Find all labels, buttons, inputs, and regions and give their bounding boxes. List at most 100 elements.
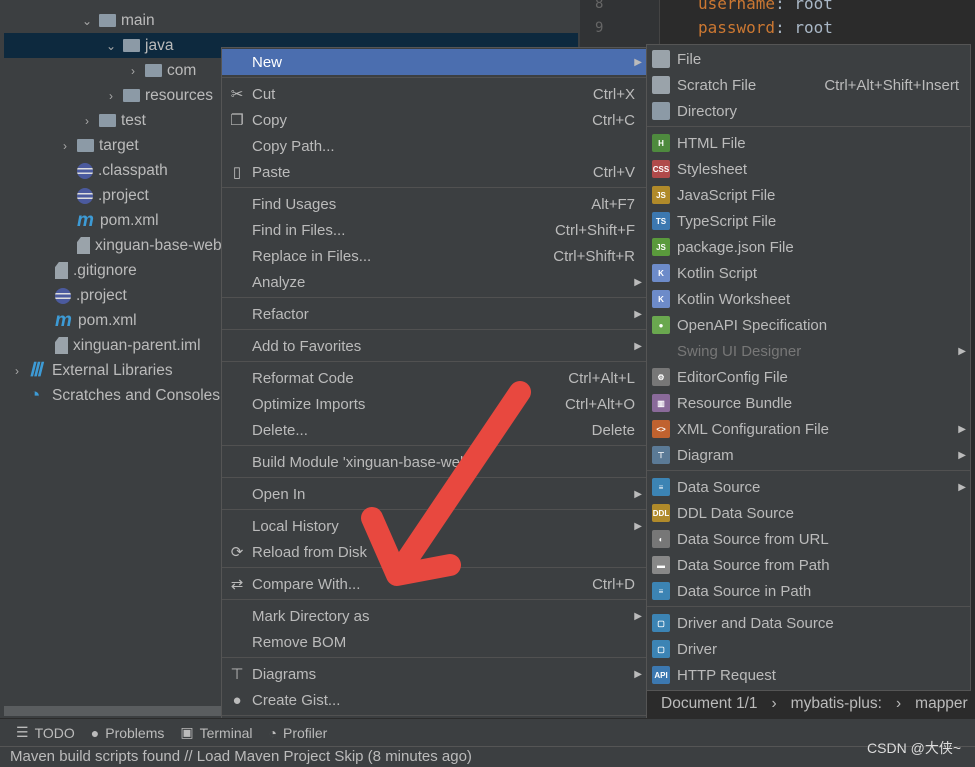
- driver-icon: ▢: [652, 640, 670, 658]
- diagram-icon: ⊤: [230, 666, 244, 683]
- menu-item-data-source-from-url[interactable]: ◐ Data Source from URL: [647, 526, 970, 552]
- menu-item-swing-ui-designer[interactable]: Swing UI Designer ▶: [647, 338, 970, 364]
- menu-item-label: Open In: [252, 485, 306, 503]
- menu-item-label: Driver: [677, 640, 717, 658]
- libraries-icon: Ⅲ: [29, 360, 43, 381]
- tool-window-problems[interactable]: ● Problems: [91, 725, 165, 741]
- chevron-down-icon[interactable]: ⌄: [104, 39, 118, 53]
- menu-item-openapi-specification[interactable]: ● OpenAPI Specification: [647, 312, 970, 338]
- tool-window-label: Profiler: [282, 724, 328, 741]
- menu-item-label: XML Configuration File: [677, 420, 830, 438]
- menu-item-paste[interactable]: ▯ Paste Ctrl+V: [222, 159, 646, 185]
- submenu-arrow-icon: ▶: [958, 449, 966, 461]
- tree-item[interactable]: m pom.xml: [58, 208, 159, 233]
- tool-window-todo[interactable]: ☰ TODO: [16, 724, 75, 741]
- menu-item-diagram[interactable]: ⊤ Diagram ▶: [647, 442, 970, 468]
- menu-item-label: Analyze: [252, 273, 306, 291]
- breadcrumb-item[interactable]: mybatis-plus:: [791, 695, 882, 713]
- breadcrumb-item[interactable]: mapper: [915, 695, 968, 713]
- yaml-colon: :: [775, 0, 785, 13]
- menu-item-typescript-file[interactable]: TS TypeScript File: [647, 208, 970, 234]
- menu-item-xml-configuration-file[interactable]: <> XML Configuration File ▶: [647, 416, 970, 442]
- menu-item-diagrams[interactable]: ⊤ Diagrams ▶: [222, 661, 646, 687]
- tree-item[interactable]: › test: [80, 108, 146, 133]
- menu-item-label: Resource Bundle: [677, 394, 793, 412]
- menu-item-package-json-file[interactable]: JS package.json File: [647, 234, 970, 260]
- menu-item-replace-in-files[interactable]: Replace in Files... Ctrl+Shift+R: [222, 243, 646, 269]
- tree-item[interactable]: .classpath: [58, 158, 168, 183]
- file-icon: [55, 337, 68, 354]
- menu-item-add-to-favorites[interactable]: Add to Favorites ▶: [222, 333, 646, 359]
- menu-item-data-source-from-path[interactable]: ▬ Data Source from Path: [647, 552, 970, 578]
- chevron-right-icon[interactable]: ›: [126, 64, 140, 78]
- tree-item[interactable]: xinguan-base-web.iml: [58, 233, 246, 258]
- chevron-right-icon[interactable]: ›: [80, 114, 94, 128]
- menu-item-create-gist[interactable]: ● Create Gist...: [222, 687, 646, 713]
- tree-item[interactable]: .project: [58, 183, 149, 208]
- menu-item-ddl-data-source[interactable]: DDL DDL Data Source: [647, 500, 970, 526]
- horizontal-scrollbar[interactable]: [4, 706, 221, 716]
- tree-item-label: java: [145, 36, 174, 54]
- menu-item-driver[interactable]: ▢ Driver: [647, 636, 970, 662]
- breadcrumb-item[interactable]: Document 1/1: [661, 695, 758, 713]
- tool-window-terminal[interactable]: ▣ Terminal: [180, 724, 252, 741]
- menu-item-label: Optimize Imports: [252, 395, 366, 413]
- menu-item-cut[interactable]: ✂ Cut Ctrl+X: [222, 81, 646, 107]
- menu-item-kotlin-worksheet[interactable]: K Kotlin Worksheet: [647, 286, 970, 312]
- menu-item-label: JavaScript File: [677, 186, 776, 204]
- menu-item-html-file[interactable]: H HTML File: [647, 130, 970, 156]
- menu-item-analyze[interactable]: Analyze ▶: [222, 269, 646, 295]
- menu-item-kotlin-script[interactable]: K Kotlin Script: [647, 260, 970, 286]
- menu-item-data-source[interactable]: ≡ Data Source ▶: [647, 474, 970, 500]
- menu-item-resource-bundle[interactable]: ▥ Resource Bundle: [647, 390, 970, 416]
- menu-item-find-in-files[interactable]: Find in Files... Ctrl+Shift+F: [222, 217, 646, 243]
- menu-item-open-in[interactable]: Open In ▶: [222, 481, 646, 507]
- tree-item[interactable]: xinguan-parent.iml: [36, 333, 201, 358]
- menu-item-http-request[interactable]: API HTTP Request: [647, 662, 970, 688]
- tree-item-label: main: [121, 11, 155, 29]
- menu-item-driver-and-data-source[interactable]: ▢ Driver and Data Source: [647, 610, 970, 636]
- menu-item-optimize-imports[interactable]: Optimize Imports Ctrl+Alt+O: [222, 391, 646, 417]
- menu-item-remove-bom[interactable]: Remove BOM: [222, 629, 646, 655]
- tree-item[interactable]: › com: [126, 58, 196, 83]
- menu-item-stylesheet[interactable]: CSS Stylesheet: [647, 156, 970, 182]
- submenu-arrow-icon: ▶: [634, 668, 642, 680]
- menu-item-compare-with[interactable]: ⇄ Compare With... Ctrl+D: [222, 571, 646, 597]
- menu-item-scratch-file[interactable]: Scratch File Ctrl+Alt+Shift+Insert: [647, 72, 970, 98]
- chevron-right-icon[interactable]: ›: [58, 139, 72, 153]
- tree-item[interactable]: › target: [58, 133, 139, 158]
- menu-item-label: Diagram: [677, 446, 734, 464]
- menu-item-new[interactable]: New ▶: [222, 49, 646, 75]
- breadcrumb: Document 1/1 › mybatis-plus: › mapper: [646, 690, 975, 718]
- menu-item-copy[interactable]: ❐ Copy Ctrl+C: [222, 107, 646, 133]
- tree-item[interactable]: .gitignore: [36, 258, 137, 283]
- menu-item-javascript-file[interactable]: JS JavaScript File: [647, 182, 970, 208]
- chevron-down-icon[interactable]: ⌄: [80, 14, 94, 28]
- menu-item-refactor[interactable]: Refactor ▶: [222, 301, 646, 327]
- menu-item-data-source-in-path[interactable]: ≡ Data Source in Path: [647, 578, 970, 604]
- menu-item-editorconfig-file[interactable]: ⚙ EditorConfig File: [647, 364, 970, 390]
- menu-item-build-module-xinguan-base-web[interactable]: Build Module 'xinguan-base-web': [222, 449, 646, 475]
- chevron-right-icon[interactable]: ›: [104, 89, 118, 103]
- menu-item-find-usages[interactable]: Find Usages Alt+F7: [222, 191, 646, 217]
- context-menu: New ▶ ✂ Cut Ctrl+X ❐ Copy Ctrl+C Copy Path... ▯ Pa…: [221, 47, 647, 741]
- tree-item[interactable]: m pom.xml: [36, 308, 137, 333]
- menu-item-directory[interactable]: Directory: [647, 98, 970, 124]
- tree-item[interactable]: ◔ Scratches and Consoles: [10, 383, 220, 408]
- menu-item-label: Mark Directory as: [252, 607, 370, 625]
- chevron-right-icon[interactable]: ›: [10, 364, 24, 378]
- menu-item-delete[interactable]: Delete... Delete: [222, 417, 646, 443]
- menu-item-reload-from-disk[interactable]: ⟳ Reload from Disk: [222, 539, 646, 565]
- tree-item[interactable]: ⌄ main: [80, 8, 155, 33]
- yaml-colon: :: [775, 18, 785, 37]
- tree-item[interactable]: › resources: [104, 83, 213, 108]
- menu-item-copy-path[interactable]: Copy Path...: [222, 133, 646, 159]
- menu-item-local-history[interactable]: Local History ▶: [222, 513, 646, 539]
- menu-item-mark-directory-as[interactable]: Mark Directory as ▶: [222, 603, 646, 629]
- tree-item-label: pom.xml: [100, 211, 159, 229]
- menu-item-reformat-code[interactable]: Reformat Code Ctrl+Alt+L: [222, 365, 646, 391]
- menu-item-file[interactable]: File: [647, 46, 970, 72]
- tree-item[interactable]: › Ⅲ External Libraries: [10, 358, 173, 383]
- tree-item[interactable]: .project: [36, 283, 127, 308]
- tool-window-profiler[interactable]: ◔ Profiler: [269, 725, 328, 741]
